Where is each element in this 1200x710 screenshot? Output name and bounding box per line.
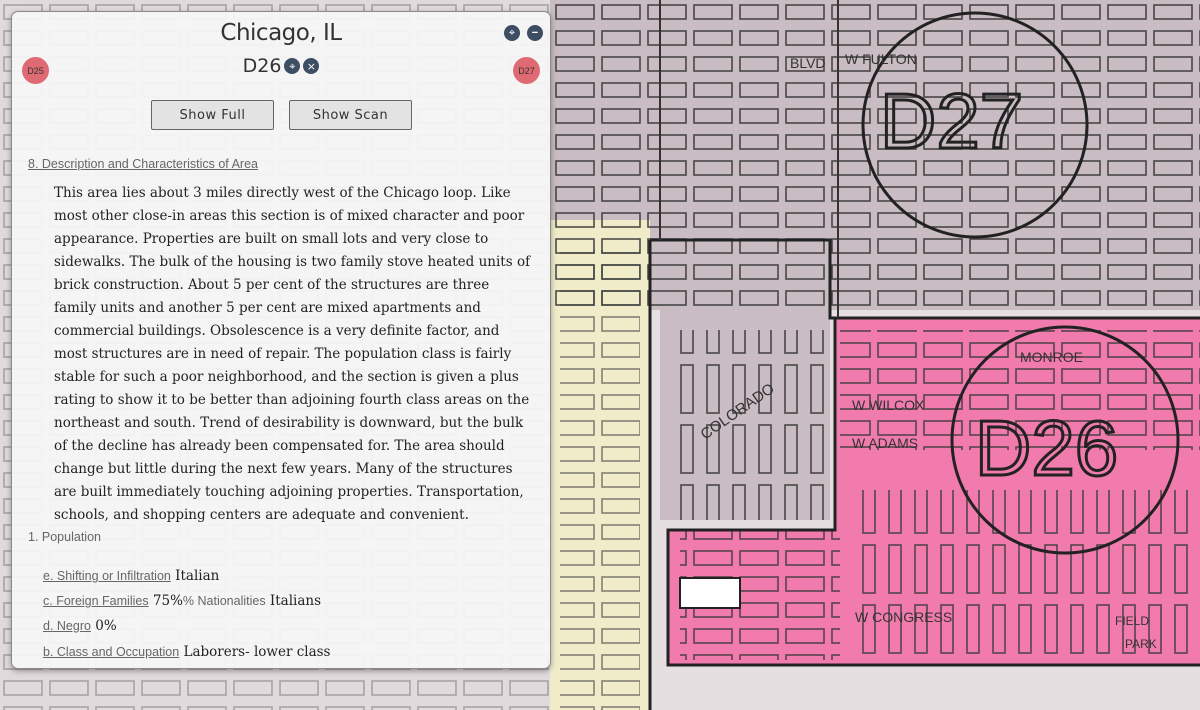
negro-label[interactable]: d. Negro bbox=[43, 619, 91, 633]
area-header: D26 ⌖ × bbox=[12, 55, 550, 77]
locate-area-icon[interactable]: ⌖ bbox=[284, 58, 301, 74]
negro-value: 0% bbox=[95, 618, 117, 634]
map-street-label: W FULTON bbox=[845, 51, 917, 67]
population-heading: 1. Population bbox=[28, 530, 101, 544]
map-label-d26: D26 bbox=[975, 404, 1118, 492]
locate-icon[interactable]: ⌖ bbox=[504, 25, 520, 41]
map-street-label: MONROE bbox=[1020, 349, 1083, 365]
show-scan-button[interactable]: Show Scan bbox=[289, 100, 412, 130]
negro-row: d. Negro 0% bbox=[43, 618, 117, 634]
description-text: This area lies about 3 miles directly we… bbox=[54, 185, 531, 523]
description-heading[interactable]: 8. Description and Characteristics of Ar… bbox=[28, 157, 258, 171]
foreign-label[interactable]: c. Foreign Families bbox=[43, 594, 149, 608]
foreign-suffix: % Nationalities bbox=[182, 594, 266, 608]
foreign-value: 75% bbox=[152, 593, 183, 609]
area-id: D26 bbox=[242, 55, 282, 77]
city-title: Chicago, IL bbox=[220, 20, 342, 46]
foreign-row: c. Foreign Families 75%% Nationalities I… bbox=[43, 593, 321, 609]
nationalities-value: Italians bbox=[269, 593, 322, 609]
area-info-panel: Chicago, IL ⌖ − D25 D27 D26 ⌖ × Show Ful… bbox=[11, 11, 551, 669]
close-area-icon[interactable]: × bbox=[303, 58, 320, 74]
map-street-label: PARK bbox=[1125, 637, 1157, 651]
map-street-label: W ADAMS bbox=[852, 435, 918, 451]
shifting-value: Italian bbox=[175, 568, 220, 584]
map-street-label: BLVD bbox=[790, 55, 826, 71]
shifting-row: e. Shifting or Infiltration Italian bbox=[43, 568, 219, 584]
map-street-label: FIELD bbox=[1115, 614, 1149, 628]
class-label[interactable]: b. Class and Occupation bbox=[43, 645, 179, 659]
shifting-label[interactable]: e. Shifting or Infiltration bbox=[43, 569, 171, 583]
map-street-label: W WILCOX bbox=[852, 397, 925, 413]
show-full-button[interactable]: Show Full bbox=[151, 100, 274, 130]
map-label-d27: D27 bbox=[880, 77, 1023, 165]
map-street-label: W CONGRESS bbox=[855, 609, 952, 625]
class-row: b. Class and Occupation Laborers- lower … bbox=[43, 644, 330, 660]
collapse-icon[interactable]: − bbox=[527, 25, 543, 41]
class-value: Laborers- lower class bbox=[183, 644, 331, 660]
